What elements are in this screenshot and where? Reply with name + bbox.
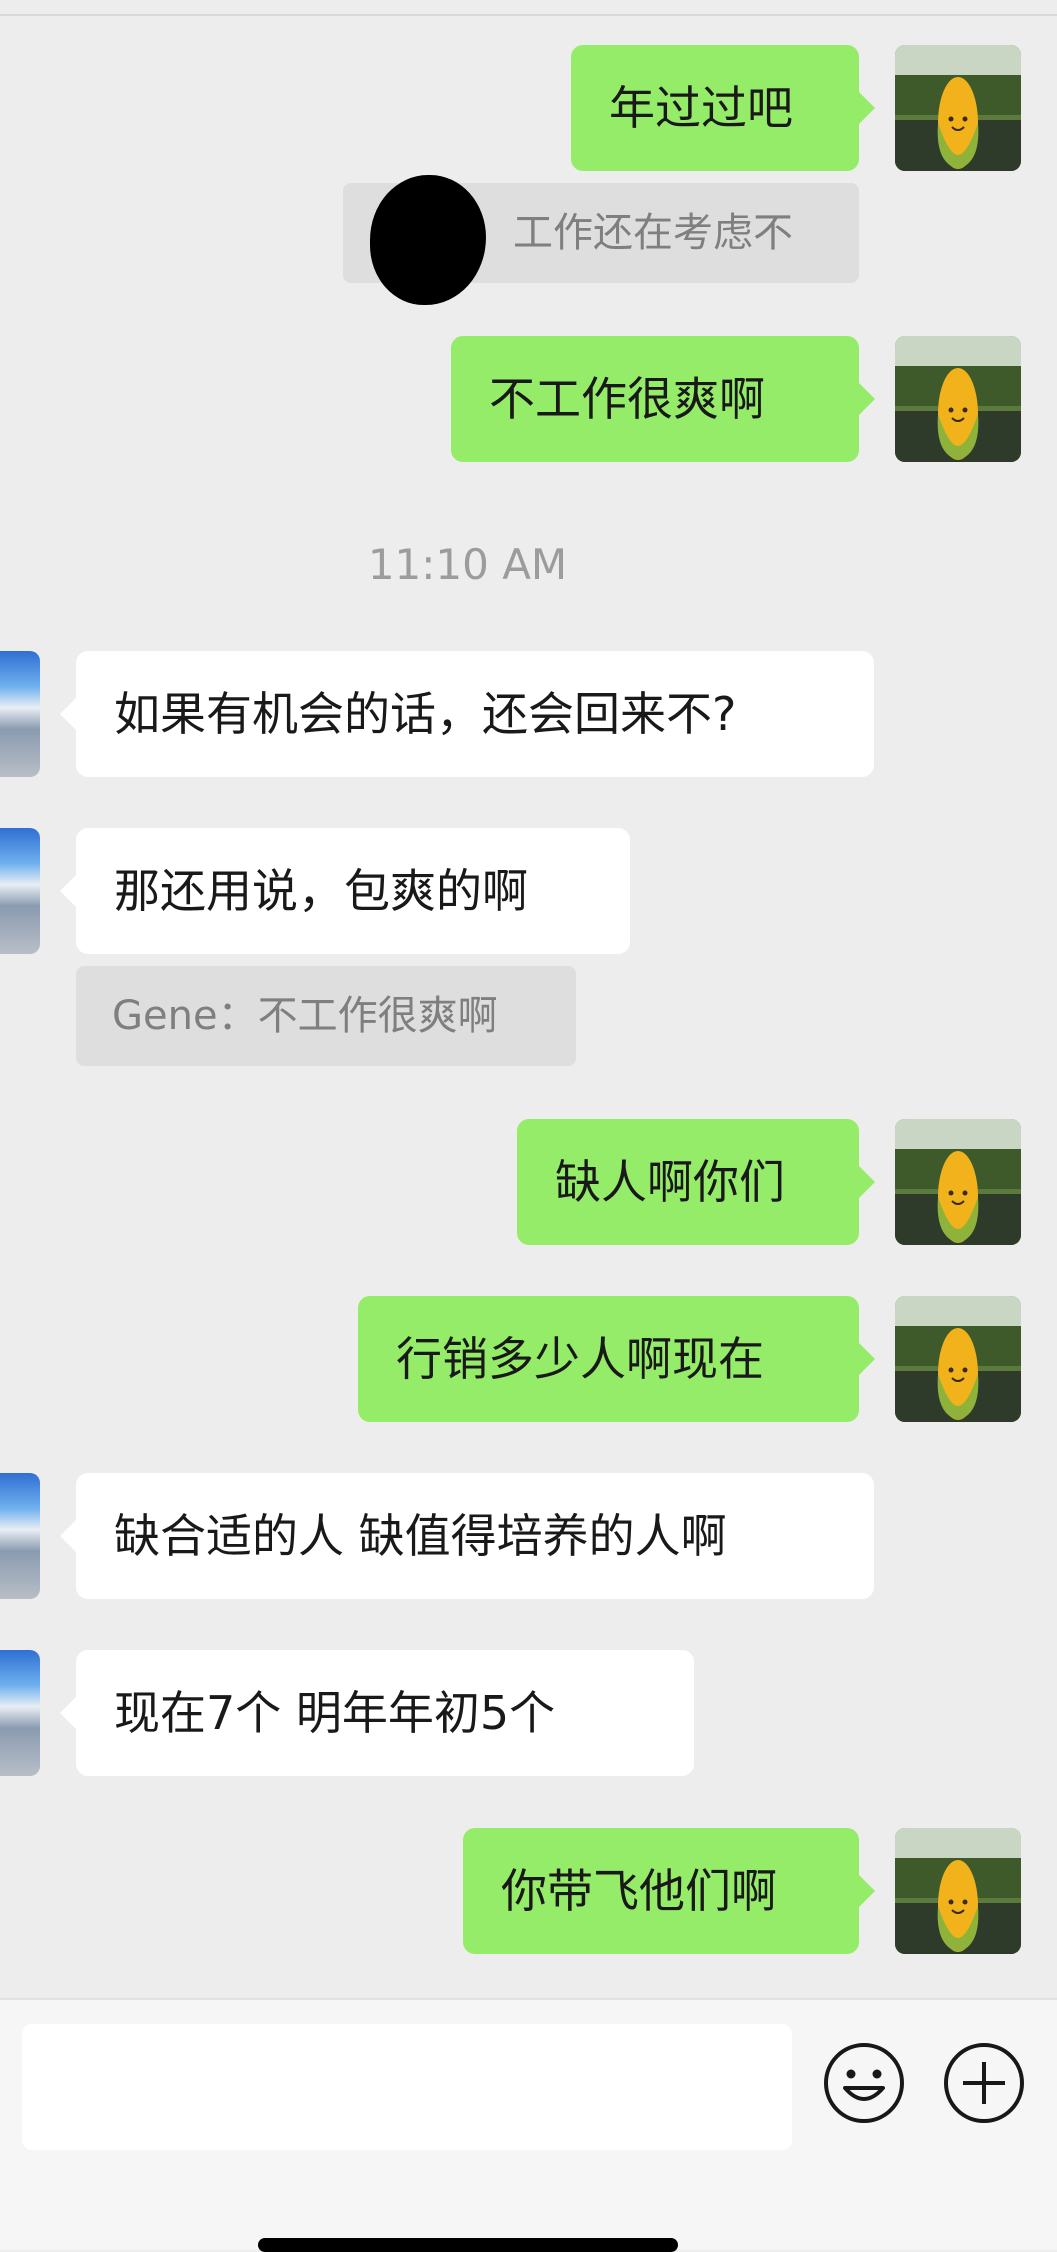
self-avatar[interactable]	[895, 45, 1021, 171]
message-bubble-self[interactable]: 缺人啊你们	[517, 1119, 875, 1245]
message-text: 行销多少人啊现在	[396, 1332, 764, 1386]
message-bubble-self[interactable]: 不工作很爽啊	[451, 336, 875, 462]
message-bubble-self[interactable]: 行销多少人啊现在	[358, 1296, 875, 1422]
chat-input-bar	[0, 1998, 1057, 2250]
message-text: 不工作很爽啊	[489, 372, 765, 426]
corn-avatar-image	[895, 1296, 1021, 1422]
quote-text: Gene：不工作很爽啊	[112, 993, 498, 1039]
chat-timestamp: 11:10 AM	[367, 540, 568, 589]
corn-avatar-image	[895, 336, 1021, 462]
contact-avatar[interactable]	[0, 1650, 40, 1776]
message-text: 缺合适的人 缺值得培养的人啊	[114, 1509, 727, 1563]
quote-text: 工作还在考虑不	[513, 210, 793, 256]
self-avatar[interactable]	[895, 1119, 1021, 1245]
message-text: 现在7个 明年年初5个	[114, 1686, 556, 1740]
corn-avatar-image	[895, 45, 1021, 171]
contact-avatar[interactable]	[0, 1473, 40, 1599]
emoji-icon[interactable]	[823, 2042, 905, 2124]
self-avatar[interactable]	[895, 336, 1021, 462]
contact-avatar[interactable]	[0, 828, 40, 954]
message-bubble-contact[interactable]: 如果有机会的话，还会回来不?	[60, 651, 874, 777]
message-text: 年过过吧	[609, 81, 793, 135]
plus-circle-icon[interactable]	[943, 2042, 1025, 2124]
self-avatar[interactable]	[895, 1828, 1021, 1954]
message-text: 你带飞他们啊	[501, 1864, 777, 1918]
message-text: 那还用说，包爽的啊	[114, 864, 528, 918]
redaction-blob	[370, 175, 486, 305]
message-bubble-contact[interactable]: 缺合适的人 缺值得培养的人啊	[60, 1473, 874, 1599]
quoted-message[interactable]: Gene：不工作很爽啊	[76, 966, 576, 1066]
message-input[interactable]	[22, 2024, 792, 2150]
message-bubble-contact[interactable]: 现在7个 明年年初5个	[60, 1650, 694, 1776]
contact-avatar[interactable]	[0, 651, 40, 777]
message-text: 缺人啊你们	[555, 1155, 785, 1209]
corn-avatar-image	[895, 1119, 1021, 1245]
message-bubble-self[interactable]: 年过过吧	[571, 45, 875, 171]
message-bubble-contact[interactable]: 那还用说，包爽的啊	[60, 828, 630, 954]
header-divider	[0, 0, 1057, 16]
self-avatar[interactable]	[895, 1296, 1021, 1422]
corn-avatar-image	[895, 1828, 1021, 1954]
message-text: 如果有机会的话，还会回来不?	[114, 687, 737, 741]
home-indicator	[258, 2238, 678, 2252]
message-bubble-self[interactable]: 你带飞他们啊	[463, 1828, 875, 1954]
